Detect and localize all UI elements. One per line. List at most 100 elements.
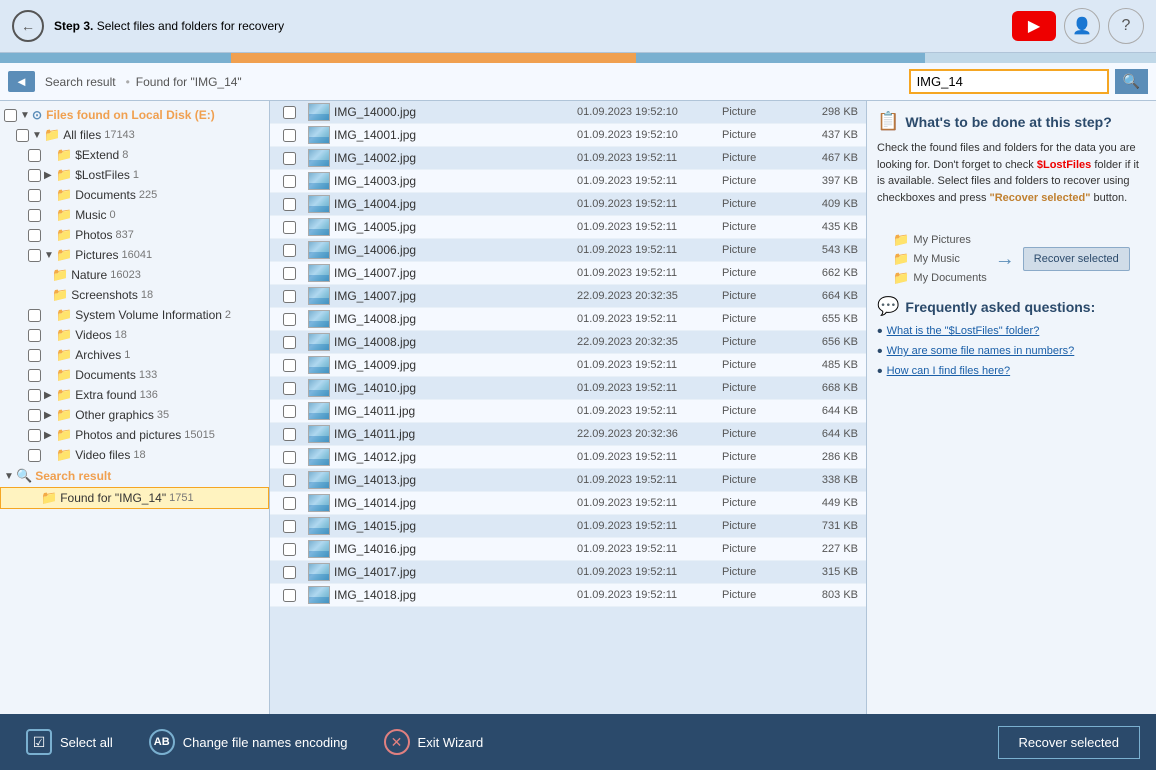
file-checkbox-2[interactable] (274, 152, 304, 165)
file-checkbox-9[interactable] (274, 313, 304, 326)
file-checkbox-10[interactable] (274, 336, 304, 349)
file-checkbox-20[interactable] (274, 566, 304, 579)
sidebar-item-extend[interactable]: 📁 $Extend 8 (0, 145, 269, 165)
sysvolinfo-checkbox[interactable] (28, 309, 41, 322)
pictures-expand[interactable]: ▼ (44, 250, 54, 261)
file-size-5: 435 KB (792, 221, 862, 233)
faq-item-2: • Why are some file names in numbers? (877, 345, 1146, 361)
file-checkbox-1[interactable] (274, 129, 304, 142)
sidebar-item-documents-bot[interactable]: 📁 Documents 133 (0, 365, 269, 385)
other-graphics-expand[interactable]: ▶ (44, 410, 54, 421)
back-button[interactable]: ← (12, 10, 44, 42)
info-text: Check the found files and folders for th… (877, 140, 1146, 206)
mini-music-icon: 📁 (893, 251, 909, 267)
file-type-4: Picture (722, 198, 792, 210)
sidebar-item-photos-pictures[interactable]: ▶ 📁 Photos and pictures 15015 (0, 425, 269, 445)
file-checkbox-14[interactable] (274, 428, 304, 441)
search-input[interactable] (909, 69, 1109, 94)
file-checkbox-16[interactable] (274, 474, 304, 487)
video-files-checkbox[interactable] (28, 449, 41, 462)
extra-found-label: Extra found (75, 388, 136, 402)
file-checkbox-6[interactable] (274, 244, 304, 257)
encoding-button[interactable]: AB Change file names encoding (139, 723, 358, 761)
all-files-expand[interactable]: ▼ (32, 130, 42, 141)
file-checkbox-17[interactable] (274, 497, 304, 510)
sidebar-item-other-graphics[interactable]: ▶ 📁 Other graphics 35 (0, 405, 269, 425)
all-files-checkbox[interactable] (16, 129, 29, 142)
faq-link-1[interactable]: What is the "$LostFiles" folder? (887, 325, 1040, 337)
file-checkbox-4[interactable] (274, 198, 304, 211)
file-type-16: Picture (722, 474, 792, 486)
extra-found-checkbox[interactable] (28, 389, 41, 402)
documents-bot-checkbox[interactable] (28, 369, 41, 382)
sidebar-item-found-img14[interactable]: 📁 Found for "IMG_14" 1751 (0, 487, 269, 509)
archives-checkbox[interactable] (28, 349, 41, 362)
file-checkbox-8[interactable] (274, 290, 304, 303)
file-thumb-3 (304, 172, 334, 190)
search-result-label: Search result (41, 75, 120, 89)
sidebar-item-sysvolinfo[interactable]: 📁 System Volume Information 2 (0, 305, 269, 325)
file-size-2: 467 KB (792, 152, 862, 164)
pictures-checkbox[interactable] (28, 249, 41, 262)
file-size-19: 227 KB (792, 543, 862, 555)
file-date-7: 01.09.2023 19:52:11 (577, 267, 722, 279)
sidebar-item-videos[interactable]: 📁 Videos 18 (0, 325, 269, 345)
sidebar-item-music[interactable]: 📁 Music 0 (0, 205, 269, 225)
disk-expand-icon[interactable]: ▼ (20, 110, 30, 121)
sidebar-item-lostfiles[interactable]: ▶ 📁 $LostFiles 1 (0, 165, 269, 185)
photos-pictures-expand[interactable]: ▶ (44, 430, 54, 441)
disk-icon: ⊙ (32, 108, 42, 122)
file-checkbox-12[interactable] (274, 382, 304, 395)
file-checkbox-0[interactable] (274, 106, 304, 119)
lostfiles-expand[interactable]: ▶ (44, 170, 54, 181)
photos-checkbox[interactable] (28, 229, 41, 242)
recover-selected-button[interactable]: Recover selected (998, 726, 1140, 759)
youtube-button[interactable]: ▶ (1012, 11, 1056, 41)
photos-pictures-checkbox[interactable] (28, 429, 41, 442)
file-checkbox-7[interactable] (274, 267, 304, 280)
file-date-4: 01.09.2023 19:52:11 (577, 198, 722, 210)
info-icon: 📋 (877, 111, 899, 132)
extra-found-expand[interactable]: ▶ (44, 390, 54, 401)
file-checkbox-11[interactable] (274, 359, 304, 372)
faq-title: 💬 Frequently asked questions: (877, 296, 1146, 317)
sidebar-item-screenshots[interactable]: 📁 Screenshots 18 (0, 285, 269, 305)
file-thumbnail-11 (308, 356, 330, 374)
file-checkbox-15[interactable] (274, 451, 304, 464)
user-button[interactable]: 👤 (1064, 8, 1100, 44)
disk-checkbox[interactable] (4, 109, 17, 122)
select-all-button[interactable]: ☑ Select all (16, 723, 123, 761)
faq-bullet-1: • (877, 323, 883, 341)
sidebar-item-nature[interactable]: 📁 Nature 16023 (0, 265, 269, 285)
videos-checkbox[interactable] (28, 329, 41, 342)
recover-mini-button[interactable]: Recover selected (1023, 247, 1130, 271)
search-result-expand[interactable]: ▼ (4, 471, 14, 482)
faq-link-2[interactable]: Why are some file names in numbers? (887, 345, 1075, 357)
exit-button[interactable]: ✕ Exit Wizard (374, 723, 494, 761)
search-button[interactable]: 🔍 (1115, 69, 1148, 94)
file-checkbox-3[interactable] (274, 175, 304, 188)
sidebar-item-extra-found[interactable]: ▶ 📁 Extra found 136 (0, 385, 269, 405)
sidebar-item-all-files[interactable]: ▼ 📁 All files 17143 (0, 125, 269, 145)
file-date-20: 01.09.2023 19:52:11 (577, 566, 722, 578)
toggle-sidebar-button[interactable]: ◄ (8, 71, 35, 92)
faq-link-3[interactable]: How can I find files here? (887, 365, 1011, 377)
documents-top-checkbox[interactable] (28, 189, 41, 202)
sidebar-item-documents-top[interactable]: 📁 Documents 225 (0, 185, 269, 205)
sidebar-item-photos[interactable]: 📁 Photos 837 (0, 225, 269, 245)
lostfiles-checkbox[interactable] (28, 169, 41, 182)
file-checkbox-21[interactable] (274, 589, 304, 602)
sidebar-item-video-files[interactable]: 📁 Video files 18 (0, 445, 269, 465)
file-checkbox-18[interactable] (274, 520, 304, 533)
sidebar-item-pictures[interactable]: ▼ 📁 Pictures 16041 (0, 245, 269, 265)
file-checkbox-13[interactable] (274, 405, 304, 418)
file-checkbox-5[interactable] (274, 221, 304, 234)
file-name-8: IMG_14007.jpg (334, 289, 577, 303)
other-graphics-checkbox[interactable] (28, 409, 41, 422)
extend-checkbox[interactable] (28, 149, 41, 162)
file-thumbnail-8 (308, 287, 330, 305)
file-checkbox-19[interactable] (274, 543, 304, 556)
music-checkbox[interactable] (28, 209, 41, 222)
help-button[interactable]: ? (1108, 8, 1144, 44)
sidebar-item-archives[interactable]: 📁 Archives 1 (0, 345, 269, 365)
